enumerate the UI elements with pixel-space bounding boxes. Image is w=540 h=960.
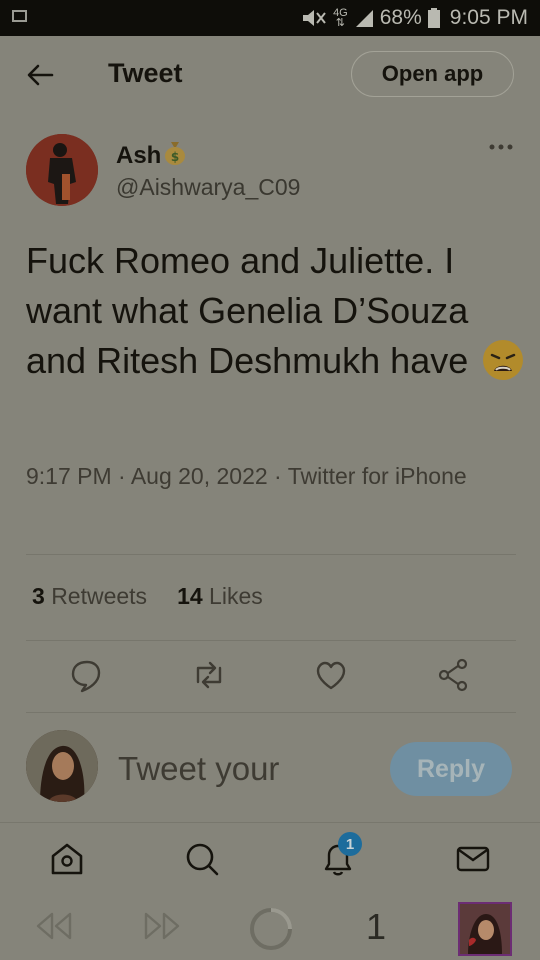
bottom-nav <box>0 822 540 897</box>
reply-input[interactable]: Tweet your <box>118 750 368 792</box>
user-avatar[interactable] <box>26 730 98 802</box>
reply-icon[interactable] <box>67 652 107 698</box>
page-title: Tweet <box>108 58 183 88</box>
tweet-text: Fuck Romeo and Juliette. I want what Gen… <box>26 236 526 386</box>
open-app-button[interactable]: Open app <box>351 51 514 97</box>
status-time: 9:05 PM <box>449 6 528 29</box>
messages-icon[interactable] <box>453 839 493 879</box>
reply-button[interactable]: Reply <box>390 742 512 796</box>
like-icon[interactable] <box>311 652 351 698</box>
retweets-label: Retweets <box>51 583 148 609</box>
battery-icon <box>427 8 440 28</box>
money-bag-icon: $ <box>163 138 187 173</box>
divider <box>26 554 516 555</box>
retweets-count: 3 <box>32 583 45 609</box>
media-thumbnail[interactable] <box>458 902 512 956</box>
likes-label: Likes <box>209 583 263 609</box>
network-type: 4G <box>333 7 348 19</box>
tweet-actions <box>0 652 540 700</box>
retweet-icon[interactable] <box>189 652 229 698</box>
divider <box>26 640 516 641</box>
data-icon: 4G ⇅ <box>333 7 348 29</box>
tweet-stats: 3 Retweets 14 Likes <box>32 583 263 610</box>
more-options-icon[interactable] <box>488 140 514 154</box>
status-icons: 4G ⇅ 68% 9:05 PM <box>301 6 528 30</box>
tweet-meta: 9:17 PM · Aug 20, 2022 · Twitter for iPh… <box>26 463 467 489</box>
svg-text:$: $ <box>171 150 179 164</box>
author-name-text: Ash <box>116 141 162 169</box>
back-arrow-icon[interactable] <box>24 60 56 90</box>
search-icon[interactable] <box>182 839 222 879</box>
status-bar: 4G ⇅ 68% 9:05 PM <box>0 0 540 36</box>
share-icon[interactable] <box>433 652 473 698</box>
retweets-stat[interactable]: 3 Retweets <box>32 583 147 610</box>
home-icon[interactable] <box>47 839 87 879</box>
author-avatar[interactable] <box>26 134 98 206</box>
author-name[interactable]: Ash $ <box>116 138 187 173</box>
weary-face-icon <box>482 339 524 381</box>
signal-icon <box>354 9 374 27</box>
notification-badge: 1 <box>338 832 362 856</box>
likes-stat[interactable]: 14 Likes <box>177 583 263 610</box>
media-count: 1 <box>366 906 387 947</box>
likes-count: 14 <box>177 583 203 609</box>
gallery-icon <box>12 10 27 22</box>
rewind-icon[interactable] <box>34 910 74 947</box>
tweet-text-content: Fuck Romeo and Juliette. I want what Gen… <box>26 240 469 381</box>
battery-percent: 68% <box>379 6 422 29</box>
fast-forward-icon[interactable] <box>142 910 182 947</box>
author-handle[interactable]: @Aishwarya_C09 <box>116 174 300 201</box>
divider <box>26 712 516 713</box>
mute-icon <box>301 8 327 28</box>
loading-spinner-icon <box>248 906 294 957</box>
